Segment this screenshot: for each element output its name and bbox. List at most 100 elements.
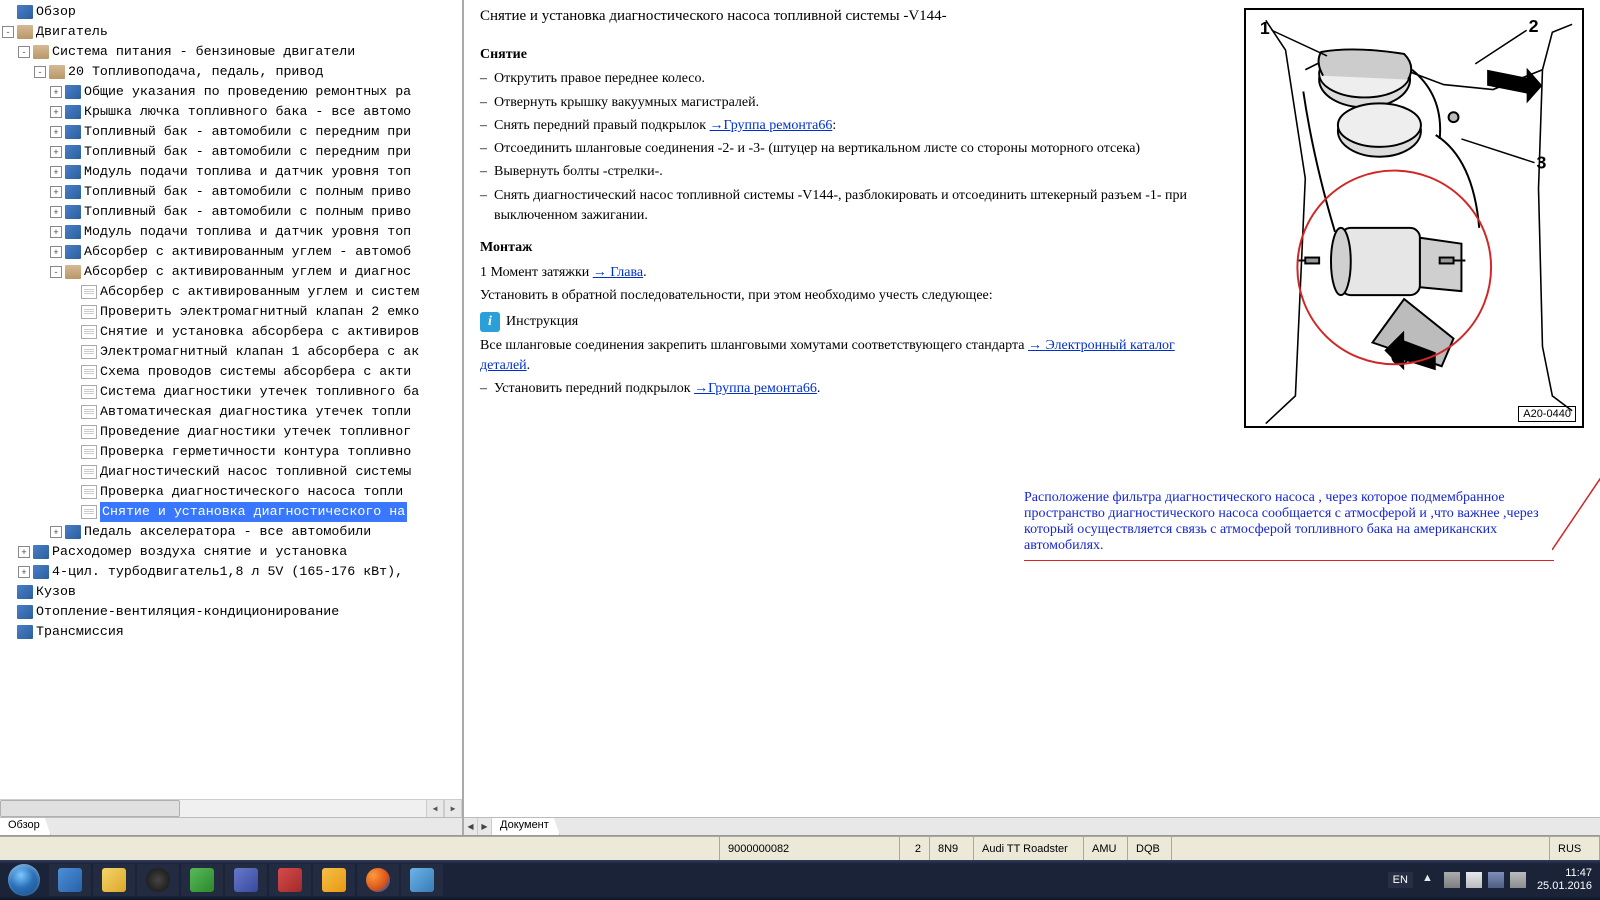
- taskbar-app-generic2[interactable]: [269, 864, 311, 896]
- taskbar-app-outlook[interactable]: [313, 864, 355, 896]
- tree-item[interactable]: Кузов: [0, 582, 462, 602]
- book-closed-icon: [33, 545, 49, 559]
- page-icon: [81, 345, 97, 359]
- scrollbar-thumb[interactable]: [0, 800, 180, 817]
- start-button[interactable]: [0, 860, 48, 900]
- tree-item[interactable]: + Педаль акселератора - все автомобили: [0, 522, 462, 542]
- tray-flag-icon[interactable]: [1466, 872, 1482, 888]
- tree-item[interactable]: Система диагностики утечек топливного ба: [0, 382, 462, 402]
- tray-show-hidden-icon[interactable]: ▲: [1422, 872, 1438, 888]
- tree-item[interactable]: -20 Топливоподача, педаль, привод: [0, 62, 462, 82]
- tree-item[interactable]: Отопление-вентиляция-кондиционирование: [0, 602, 462, 622]
- tree-item[interactable]: -Система питания - бензиновые двигатели: [0, 42, 462, 62]
- expand-icon[interactable]: +: [50, 526, 62, 538]
- tray-lang[interactable]: EN: [1388, 872, 1413, 888]
- book-closed-icon: [65, 145, 81, 159]
- tree-item[interactable]: Проверка диагностического насоса топли: [0, 482, 462, 502]
- status-engine: AMU: [1084, 837, 1128, 860]
- taskbar-app-explorer[interactable]: [93, 864, 135, 896]
- taskbar-app-generic1[interactable]: [225, 864, 267, 896]
- tree-item-label: Педаль акселератора - все автомобили: [84, 522, 371, 542]
- page-icon: [81, 505, 97, 519]
- left-tab-bar: Обзор: [0, 817, 462, 835]
- link-chapter[interactable]: → Глава: [593, 265, 643, 280]
- tray-volume-icon[interactable]: [1510, 872, 1526, 888]
- taskbar-clock[interactable]: 11:47 25.01.2016: [1537, 867, 1592, 892]
- tree-item[interactable]: Снятие и установка диагностического на: [0, 502, 462, 522]
- expand-icon[interactable]: +: [50, 106, 62, 118]
- status-trans: DQB: [1128, 837, 1172, 860]
- tree-item[interactable]: -Абсорбер с активированным углем и диагн…: [0, 262, 462, 282]
- expand-icon[interactable]: +: [50, 186, 62, 198]
- tab-overview[interactable]: Обзор: [0, 818, 51, 835]
- expand-icon[interactable]: +: [50, 246, 62, 258]
- book-open-icon: [17, 25, 33, 39]
- book-closed-icon: [65, 85, 81, 99]
- scroll-left-button[interactable]: ◀: [426, 800, 444, 817]
- tree-item[interactable]: Обзор: [0, 2, 462, 22]
- taskbar-app-sound[interactable]: [401, 864, 443, 896]
- tree-item[interactable]: Проведение диагностики утечек топливног: [0, 422, 462, 442]
- tree-item[interactable]: +Абсорбер с активированным углем - автом…: [0, 242, 462, 262]
- tree-item[interactable]: + Общие указания по проведению ремонтных …: [0, 82, 462, 102]
- page-icon: [81, 425, 97, 439]
- tree-item[interactable]: Проверить электромагнитный клапан 2 емко: [0, 302, 462, 322]
- tree-item[interactable]: +Топливный бак - автомобили с передним п…: [0, 142, 462, 162]
- collapse-icon[interactable]: -: [50, 266, 62, 278]
- expand-icon[interactable]: +: [18, 546, 30, 558]
- tree-item-label: Снятие и установка диагностического на: [100, 502, 407, 522]
- expand-icon[interactable]: +: [50, 86, 62, 98]
- tray-network-icon[interactable]: [1488, 872, 1504, 888]
- tree-item[interactable]: Проверка герметичности контура топливно: [0, 442, 462, 462]
- collapse-icon[interactable]: -: [34, 66, 46, 78]
- status-model: Audi TT Roadster: [974, 837, 1084, 860]
- tree-item-label: Общие указания по проведению ремонтных р…: [84, 82, 411, 102]
- tree-item[interactable]: Схема проводов системы абсорбера с акти: [0, 362, 462, 382]
- tree-item[interactable]: +Модуль подачи топлива и датчик уровня т…: [0, 162, 462, 182]
- expand-icon[interactable]: +: [50, 146, 62, 158]
- taskbar[interactable]: EN ▲ 11:47 25.01.2016: [0, 860, 1600, 900]
- tray-power-icon[interactable]: [1444, 872, 1460, 888]
- fig-marker-1: 1: [1260, 18, 1270, 38]
- tree-item[interactable]: Трансмиссия: [0, 622, 462, 642]
- collapse-icon[interactable]: -: [2, 26, 14, 38]
- expand-icon[interactable]: +: [50, 166, 62, 178]
- tree-item[interactable]: Диагностический насос топливной системы: [0, 462, 462, 482]
- tree-item[interactable]: +Топливный бак - автомобили с полным при…: [0, 182, 462, 202]
- expand-icon[interactable]: +: [50, 226, 62, 238]
- tree-item[interactable]: Снятие и установка абсорбера с активиров: [0, 322, 462, 342]
- tree-item[interactable]: -Двигатель: [0, 22, 462, 42]
- taskbar-app-excel[interactable]: [181, 864, 223, 896]
- tab-nav-prev[interactable]: ◀: [464, 818, 478, 835]
- book-closed-icon: [65, 205, 81, 219]
- tab-nav-next[interactable]: ▶: [478, 818, 492, 835]
- fig-marker-2: 2: [1529, 16, 1539, 36]
- tree-item[interactable]: +Крышка лючка топливного бака - все авто…: [0, 102, 462, 122]
- page-icon: [81, 405, 97, 419]
- tree-item[interactable]: +Топливный бак - автомобили с передним п…: [0, 122, 462, 142]
- tree-item[interactable]: Электромагнитный клапан 1 абсорбера с ак: [0, 342, 462, 362]
- link-repair-group[interactable]: →Группа ремонта66: [710, 118, 833, 133]
- tree-item[interactable]: Абсорбер с активированным углем и систем: [0, 282, 462, 302]
- book-open-icon: [65, 265, 81, 279]
- taskbar-app-firefox[interactable]: [357, 864, 399, 896]
- nav-tree[interactable]: Обзор-Двигатель-Система питания - бензин…: [0, 0, 462, 799]
- horizontal-scrollbar[interactable]: ◀ ▶: [0, 799, 462, 817]
- tree-item[interactable]: +Топливный бак - автомобили с полным при…: [0, 202, 462, 222]
- book-closed-icon: [65, 185, 81, 199]
- expand-icon[interactable]: +: [50, 206, 62, 218]
- scroll-right-button[interactable]: ▶: [444, 800, 462, 817]
- navigation-pane: Обзор-Двигатель-Система питания - бензин…: [0, 0, 464, 835]
- collapse-icon[interactable]: -: [18, 46, 30, 58]
- tab-document[interactable]: Документ: [492, 818, 560, 835]
- link-repair-group[interactable]: →Группа ремонта66: [694, 381, 817, 396]
- taskbar-app-dark[interactable]: [137, 864, 179, 896]
- tree-item[interactable]: Автоматическая диагностика утечек топли: [0, 402, 462, 422]
- tree-item[interactable]: +Расходомер воздуха снятие и установка: [0, 542, 462, 562]
- taskbar-app-word[interactable]: [49, 864, 91, 896]
- expand-icon[interactable]: +: [18, 566, 30, 578]
- tree-item[interactable]: +4-цил. турбодвигатель1,8 л 5V (165-176 …: [0, 562, 462, 582]
- tree-item[interactable]: +Модуль подачи топлива и датчик уровня т…: [0, 222, 462, 242]
- system-tray[interactable]: EN ▲ 11:47 25.01.2016: [1388, 867, 1600, 892]
- expand-icon[interactable]: +: [50, 126, 62, 138]
